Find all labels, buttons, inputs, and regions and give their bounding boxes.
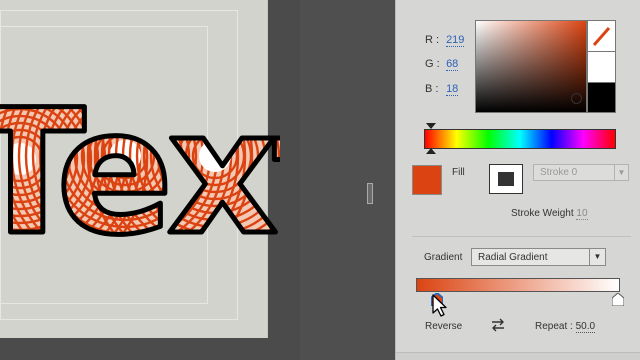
g-row: G : 68 <box>425 58 459 72</box>
text-outline: Text <box>0 72 280 254</box>
canvas-text-object[interactable]: Text Text <box>0 64 280 254</box>
fill-color-swatch[interactable] <box>412 165 442 195</box>
stroke-square-icon <box>498 172 514 186</box>
gradient-stop-end[interactable] <box>612 293 624 306</box>
reverse-button[interactable]: Reverse <box>425 321 462 332</box>
g-label: G : <box>425 58 440 70</box>
preset-swatches <box>587 20 616 113</box>
stroke-dropdown[interactable]: Stroke 0 ▼ <box>533 164 629 181</box>
r-row: R : 219 <box>425 34 465 48</box>
hue-slider[interactable] <box>424 129 616 149</box>
repeat-field: Repeat : 50.0 <box>535 321 596 333</box>
swap-icon[interactable] <box>490 318 506 332</box>
fill-label: Fill <box>452 167 465 178</box>
panel-footer <box>396 352 640 360</box>
b-row: B : 18 <box>425 83 459 97</box>
b-label: B : <box>425 83 439 95</box>
no-color-swatch[interactable] <box>588 21 615 52</box>
white-swatch[interactable] <box>588 52 615 83</box>
r-value-input[interactable]: 219 <box>446 34 465 47</box>
stroke-weight: Stroke Weight 10 <box>511 208 588 220</box>
gradient-bar[interactable] <box>416 278 620 292</box>
black-swatch[interactable] <box>588 83 615 112</box>
stroke-weight-label: Stroke Weight <box>511 208 574 219</box>
gradient-type-dropdown[interactable]: Radial Gradient ▼ <box>471 248 606 266</box>
gradient-label: Gradient <box>424 252 463 263</box>
artboard[interactable]: Text Text <box>0 0 280 338</box>
gradient-type-value: Radial Gradient <box>478 252 548 263</box>
circle-icon[interactable] <box>571 93 582 104</box>
stage-area: Text Text <box>0 0 300 360</box>
repeat-input[interactable]: 50.0 <box>575 321 596 333</box>
no-color-icon <box>592 27 611 46</box>
saturation-brightness-picker[interactable] <box>475 20 587 113</box>
stroke-dropdown-value: Stroke 0 <box>540 167 578 178</box>
chevron-down-icon: ▼ <box>614 165 628 180</box>
text-render: Text Text <box>0 70 280 254</box>
panel-resize-handle[interactable] <box>367 183 373 204</box>
stroke-weight-input[interactable]: 10 <box>576 208 588 220</box>
hue-marker-bottom[interactable] <box>426 148 436 154</box>
r-label: R : <box>425 34 440 46</box>
chevron-down-icon: ▼ <box>589 249 605 265</box>
stage-pasteboard <box>300 0 395 360</box>
stroke-color-button[interactable] <box>489 164 523 194</box>
arrow-cursor-icon <box>432 294 447 317</box>
hue-marker-top[interactable] <box>426 123 436 129</box>
divider <box>412 236 631 237</box>
b-value-input[interactable]: 18 <box>446 83 459 96</box>
app-window: Text Text R : 219 G : 68 B <box>0 0 640 360</box>
repeat-label: Repeat : <box>535 321 573 332</box>
g-value-input[interactable]: 68 <box>446 58 459 71</box>
